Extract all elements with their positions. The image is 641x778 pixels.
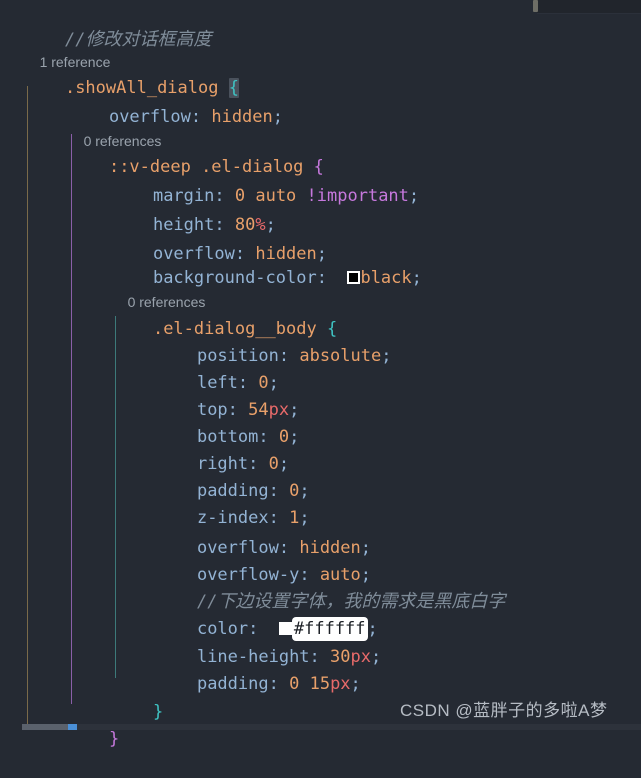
- code-line-overflow-y: overflow-y: auto;: [0, 536, 641, 585]
- code-line-bottom: bottom: 0;: [0, 398, 641, 447]
- code-line-right: right: 0;: [0, 425, 641, 474]
- code-line-selector-dialogbody: .el-dialog__body {: [0, 290, 641, 339]
- code-line-selector-showall: .showAll_dialog {: [0, 49, 641, 98]
- code-line-left: left: 0;: [0, 344, 641, 393]
- code-line-overflow-2: overflow: hidden;: [0, 215, 641, 264]
- code-line-overflow-3: overflow: hidden;: [0, 509, 641, 558]
- code-line-top: top: 54px;: [0, 371, 641, 420]
- code-line-padding-1: padding: 0;: [0, 452, 641, 501]
- code-line-color: color: #ffffff;: [0, 590, 641, 641]
- codelens-0-references-b[interactable]: 0 references: [0, 269, 641, 310]
- csdn-watermark: CSDN @蓝胖子的多啦A梦: [400, 701, 608, 720]
- code-line-padding-2: padding: 0 15px;: [0, 645, 641, 694]
- code-line-comment-top: //修改对话框高度: [0, 0, 641, 50]
- code-editor[interactable]: //修改对话框高度 1 reference .showAll_dialog { …: [0, 0, 641, 749]
- codelens-1-reference[interactable]: 1 reference: [0, 29, 641, 70]
- code-line-position: position: absolute;: [0, 317, 641, 366]
- codelens-0-references-a[interactable]: 0 references: [0, 108, 641, 149]
- code-line-zindex: z-index: 1;: [0, 479, 641, 528]
- code-line-height: height: 80%;: [0, 186, 641, 235]
- code-line-background-color: background-color: black;: [0, 239, 641, 288]
- code-line-line-height: line-height: 30px;: [0, 618, 641, 667]
- code-line-comment-font: //下边设置字体，我的需求是黑底白字: [0, 562, 641, 612]
- code-line-selector-vdeep: ::v-deep .el-dialog {: [0, 128, 641, 177]
- code-line-margin: margin: 0 auto !important;: [0, 157, 641, 206]
- horizontal-scrollbar-track[interactable]: [22, 724, 641, 730]
- horizontal-scrollbar-thumb[interactable]: [22, 724, 68, 730]
- code-line-overflow-1: overflow: hidden;: [0, 78, 641, 127]
- scrollbar-change-marker: [68, 724, 77, 730]
- close-brace-vdeep: }: [108, 729, 120, 749]
